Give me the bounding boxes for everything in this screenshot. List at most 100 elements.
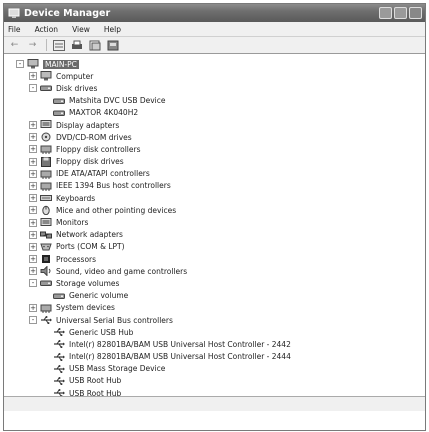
tree-node-label: Generic USB Hub — [69, 327, 134, 337]
tree-node[interactable]: Generic volume — [4, 290, 425, 302]
menu-action[interactable]: Action — [35, 25, 59, 34]
tree-node[interactable]: - Universal Serial Bus controllers — [4, 314, 425, 326]
tree-node[interactable]: + Computer — [4, 70, 425, 82]
device-manager-window: Device Manager File Action View Help ← →… — [3, 3, 426, 431]
minimize-button[interactable] — [379, 7, 392, 19]
tree-node-label: USB Mass Storage Device — [69, 364, 166, 374]
expand-toggle[interactable]: + — [29, 267, 37, 276]
maximize-button[interactable] — [394, 7, 407, 19]
tree-node-label: Computer — [56, 71, 94, 81]
forward-icon[interactable]: → — [26, 39, 39, 51]
collapse-toggle[interactable]: - — [29, 279, 37, 288]
tree-node[interactable]: + IEEE 1394 Bus host controllers — [4, 180, 425, 192]
expand-toggle[interactable]: + — [29, 181, 37, 190]
tree-node[interactable]: + Floppy disk controllers — [4, 143, 425, 155]
title-bar[interactable]: Device Manager — [4, 4, 425, 22]
expand-toggle[interactable]: + — [29, 121, 37, 130]
tree-node-label: Intel(r) 82801BA/BAM USB Universal Host … — [69, 339, 291, 349]
disk-icon — [53, 108, 65, 118]
scan-hardware-icon[interactable] — [106, 39, 119, 51]
expand-toggle[interactable]: + — [29, 218, 37, 227]
tree-node[interactable]: + IDE ATA/ATAPI controllers — [4, 168, 425, 180]
expand-toggle[interactable]: + — [29, 255, 37, 264]
help-icon[interactable] — [88, 39, 101, 51]
expand-toggle[interactable]: + — [29, 206, 37, 215]
tree-node[interactable]: Intel(r) 82801BA/BAM USB Universal Host … — [4, 351, 425, 363]
usb-icon — [53, 364, 65, 374]
tree-node[interactable]: + Keyboards — [4, 192, 425, 204]
properties-icon[interactable] — [52, 39, 65, 51]
usb-icon — [53, 352, 65, 362]
tree-node-label: Intel(r) 82801BA/BAM USB Universal Host … — [69, 352, 291, 362]
expand-toggle[interactable]: + — [29, 230, 37, 239]
tree-node[interactable]: USB Root Hub — [4, 375, 425, 387]
menu-file[interactable]: File — [8, 25, 21, 34]
tree-node[interactable]: + Floppy disk drives — [4, 156, 425, 168]
print-icon[interactable] — [70, 39, 83, 51]
tree-node[interactable]: USB Mass Storage Device — [4, 363, 425, 375]
tree-node-label: Floppy disk controllers — [56, 144, 141, 154]
floppy-icon — [40, 156, 52, 167]
processor-icon — [40, 254, 52, 264]
tree-node[interactable]: + DVD/CD-ROM drives — [4, 131, 425, 143]
tree-node-label: Network adapters — [56, 230, 123, 240]
menu-help[interactable]: Help — [104, 25, 121, 34]
tree-node[interactable]: + Network adapters — [4, 229, 425, 241]
expand-toggle[interactable]: + — [29, 72, 37, 81]
mouse-icon — [40, 205, 52, 216]
expand-toggle[interactable]: + — [29, 303, 37, 312]
tree-node-label: Storage volumes — [56, 278, 120, 288]
tree-node[interactable]: + Mice and other pointing devices — [4, 204, 425, 216]
tree-node-label: DVD/CD-ROM drives — [56, 132, 132, 142]
usb-icon — [53, 339, 65, 349]
tree-node[interactable]: USB Root Hub — [4, 387, 425, 396]
tree-node[interactable]: + Processors — [4, 253, 425, 265]
display-icon — [40, 217, 52, 228]
collapse-toggle[interactable]: - — [16, 60, 24, 69]
tree-node-label: Disk drives — [56, 83, 98, 93]
sound-icon — [40, 266, 52, 277]
tree-node[interactable]: Generic USB Hub — [4, 326, 425, 338]
tree-node[interactable]: Matshita DVC USB Device — [4, 95, 425, 107]
expand-toggle[interactable]: + — [29, 169, 37, 178]
usb-icon — [53, 376, 65, 386]
tree-node-label: Matshita DVC USB Device — [69, 96, 166, 106]
tree-node[interactable]: + System devices — [4, 302, 425, 314]
tree-node[interactable]: + Display adapters — [4, 119, 425, 131]
tree-root-node[interactable]: - MAIN-PC — [4, 58, 425, 70]
menu-view[interactable]: View — [72, 25, 90, 34]
expand-toggle[interactable]: + — [29, 242, 37, 251]
usb-icon — [53, 327, 65, 337]
expand-toggle[interactable]: + — [29, 145, 37, 154]
collapse-toggle[interactable]: - — [29, 316, 37, 325]
window-title: Device Manager — [24, 7, 111, 19]
expand-toggle[interactable]: + — [29, 157, 37, 166]
tree-node[interactable]: + Sound, video and game controllers — [4, 265, 425, 277]
tree-node-label: Mice and other pointing devices — [56, 205, 177, 215]
close-button[interactable] — [409, 7, 422, 19]
disk-icon — [53, 291, 65, 301]
tree-node[interactable]: + Monitors — [4, 216, 425, 228]
tree-node[interactable]: - Disk drives — [4, 82, 425, 94]
tree-node[interactable]: Intel(r) 82801BA/BAM USB Universal Host … — [4, 338, 425, 350]
expand-toggle[interactable]: + — [29, 133, 37, 142]
tree-node[interactable]: + Ports (COM & LPT) — [4, 241, 425, 253]
tree-node-label: MAXTOR 4K040H2 — [69, 108, 139, 118]
disk-icon — [53, 96, 65, 106]
tree-node-label: USB Root Hub — [69, 376, 122, 386]
back-icon[interactable]: ← — [8, 39, 21, 51]
tree-node-label: Processors — [56, 254, 97, 264]
tree-node[interactable]: MAXTOR 4K040H2 — [4, 107, 425, 119]
tree-node[interactable]: - Storage volumes — [4, 277, 425, 289]
collapse-toggle[interactable]: - — [29, 84, 37, 93]
tree-node-label: Ports (COM & LPT) — [56, 242, 125, 252]
device-manager-icon — [8, 7, 20, 19]
tree-node-label: Monitors — [56, 218, 89, 228]
expand-toggle[interactable]: + — [29, 194, 37, 203]
computer-icon — [27, 59, 39, 69]
